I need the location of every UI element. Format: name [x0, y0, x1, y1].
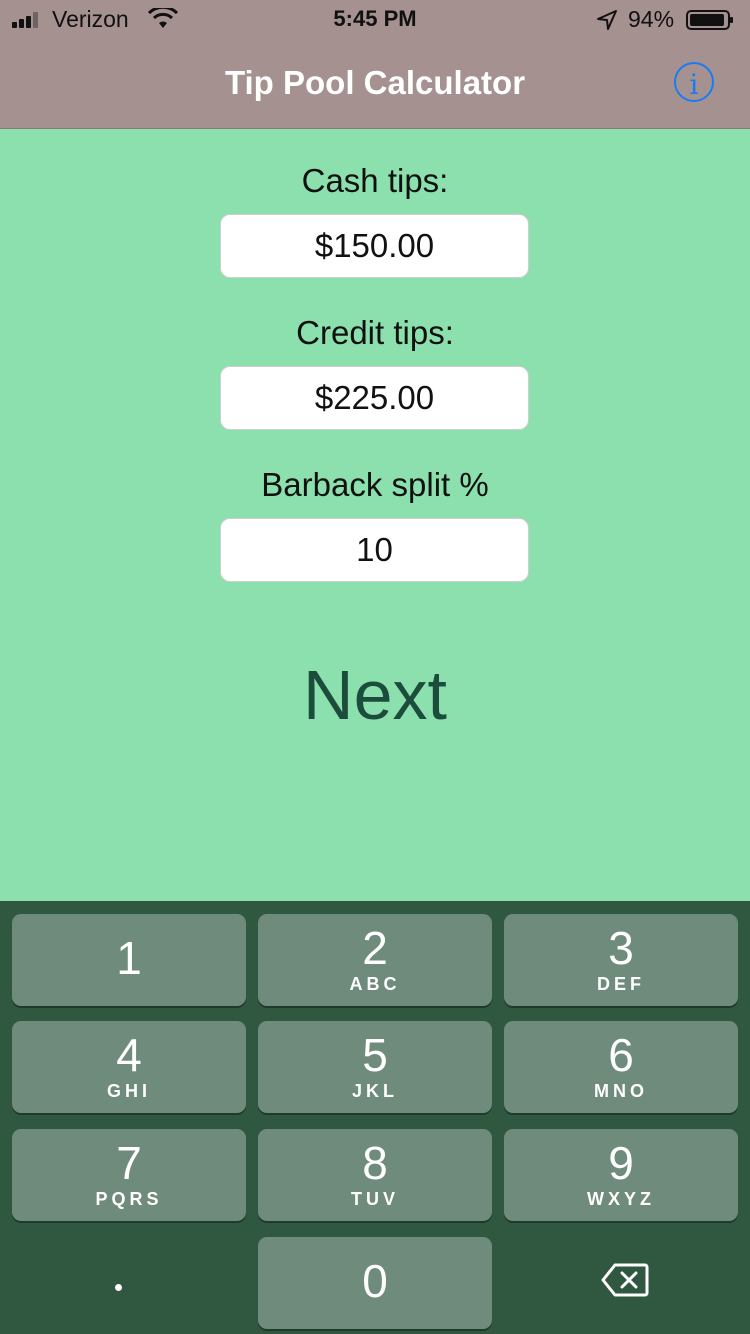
top-bar: Verizon 5:45 PM 94% Tip Pool Calculator … [0, 0, 750, 129]
key-digit: 4 [116, 1029, 142, 1081]
key-9[interactable]: 9 WXYZ [504, 1129, 738, 1221]
key-digit: 9 [608, 1137, 634, 1189]
key-digit: 5 [362, 1029, 388, 1081]
location-icon [597, 10, 617, 30]
status-bar: Verizon 5:45 PM 94% [0, 0, 750, 40]
cash-tips-input[interactable]: $150.00 [220, 214, 529, 278]
cash-tips-label: Cash tips: [301, 162, 449, 199]
key-0[interactable]: 0 [258, 1237, 492, 1329]
nav-title: Tip Pool Calculator [224, 64, 526, 101]
barback-split-input[interactable]: 10 [220, 518, 529, 582]
key-digit: 2 [362, 922, 388, 974]
key-digit: 6 [608, 1029, 634, 1081]
key-letters: JKL [351, 1081, 398, 1101]
key-1[interactable]: 1 [12, 914, 246, 1006]
battery-percent: 94% [628, 6, 675, 32]
key-letters: MNO [594, 1081, 648, 1101]
decimal-key[interactable] [115, 1284, 122, 1291]
key-letters: ABC [349, 974, 401, 994]
backspace-icon[interactable] [601, 1262, 649, 1298]
key-letters: GHI [106, 1081, 151, 1101]
barback-split-label: Barback split % [261, 466, 489, 503]
key-letters: PQRS [95, 1189, 163, 1209]
key-4[interactable]: 4 GHI [12, 1021, 246, 1113]
key-8[interactable]: 8 TUV [258, 1129, 492, 1221]
key-digit: 0 [362, 1255, 388, 1307]
key-digit: 1 [116, 932, 142, 984]
credit-tips-label: Credit tips: [296, 314, 454, 351]
credit-tips-input[interactable]: $225.00 [220, 366, 529, 430]
key-letters: DEF [597, 974, 645, 994]
next-button[interactable]: Next [0, 655, 750, 735]
key-digit: 3 [608, 922, 634, 974]
key-letters: WXYZ [587, 1189, 655, 1209]
info-icon[interactable]: i [674, 62, 714, 102]
key-5[interactable]: 5 JKL [258, 1021, 492, 1113]
key-3[interactable]: 3 DEF [504, 914, 738, 1006]
key-6[interactable]: 6 MNO [504, 1021, 738, 1113]
key-digit: 7 [116, 1137, 142, 1189]
battery-icon [686, 10, 733, 30]
key-7[interactable]: 7 PQRS [12, 1129, 246, 1221]
key-digit: 8 [362, 1137, 388, 1189]
key-2[interactable]: 2 ABC [258, 914, 492, 1006]
key-letters: TUV [351, 1189, 399, 1209]
